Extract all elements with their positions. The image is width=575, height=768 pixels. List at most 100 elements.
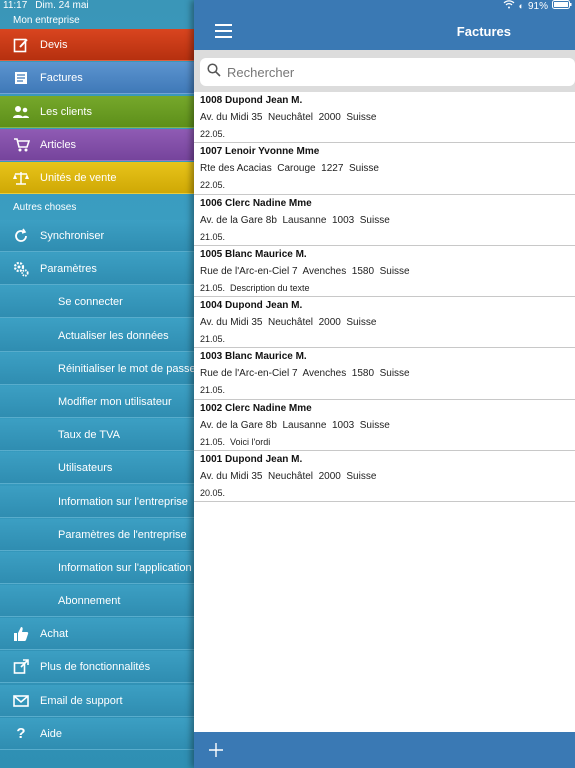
settings-item-app-info[interactable]: Information sur l'application xyxy=(0,552,194,584)
sidebar-item-label: Email de support xyxy=(40,694,123,707)
list-item[interactable]: 1001 Dupond Jean M. Av. du Midi 35 Neuch… xyxy=(194,451,575,503)
invoice-address: Av. de la Gare 8b Lausanne 1003 Suisse xyxy=(200,214,390,226)
sidebar-item-label: Paramètres xyxy=(40,262,97,275)
plus-icon xyxy=(209,743,223,757)
settings-item-label: Utilisateurs xyxy=(58,461,113,474)
sidebar-item-help[interactable]: ? Aide xyxy=(0,718,194,750)
rotation-lock-icon: ◐ xyxy=(518,1,524,11)
sidebar-item-label: Articles xyxy=(40,138,77,151)
sidebar-item-more-features[interactable]: Plus de fonctionnalités xyxy=(0,651,194,683)
invoice-title: 1007 Lenoir Yvonne Mme xyxy=(200,146,320,158)
gear-icon xyxy=(12,260,30,278)
search-icon xyxy=(207,62,221,82)
list-item[interactable]: 1006 Clerc Nadine Mme Av. de la Gare 8b … xyxy=(194,195,575,246)
settings-item-label: Réinitialiser le mot de passe xyxy=(58,362,194,375)
sidebar-item-sync[interactable]: Synchroniser xyxy=(0,220,194,252)
invoice-meta: 21.05. Voici l'ordi xyxy=(200,436,271,447)
invoice-meta: 21.05. Description du texte xyxy=(200,282,310,293)
sidebar-item-label: Factures xyxy=(40,71,83,84)
status-time: 11:17 xyxy=(3,0,28,11)
sidebar-item-label: Aide xyxy=(40,727,63,740)
help-icon: ? xyxy=(16,725,26,742)
main-panel: ◐ 91% Factures 1008 Dupond Jean M. Av. d… xyxy=(194,0,575,768)
top-bar: ◐ 91% Factures xyxy=(194,0,575,50)
invoice-icon xyxy=(12,69,30,87)
battery-icon xyxy=(552,0,572,12)
sidebar-item-devis[interactable]: Devis xyxy=(0,29,194,61)
sidebar-item-label: Devis xyxy=(40,38,68,51)
invoice-address: Rue de l'Arc-en-Ciel 7 Avenches 1580 Sui… xyxy=(200,265,410,277)
sidebar-item-unites[interactable]: Unités de vente xyxy=(0,162,194,194)
sidebar-item-label: Achat xyxy=(40,627,69,640)
settings-item-label: Se connecter xyxy=(58,295,123,308)
settings-item-label: Modifier mon utilisateur xyxy=(58,395,172,408)
edit-icon xyxy=(12,36,30,54)
cart-icon xyxy=(12,136,30,154)
settings-item-vat[interactable]: Taux de TVA xyxy=(0,419,194,451)
invoice-meta: 21.05. xyxy=(200,231,226,242)
invoice-title: 1005 Blanc Maurice M. xyxy=(200,248,307,260)
list-item[interactable]: 1004 Dupond Jean M. Av. du Midi 35 Neuch… xyxy=(194,297,575,349)
settings-item-edit-user[interactable]: Modifier mon utilisateur xyxy=(0,386,194,418)
settings-item-connect[interactable]: Se connecter xyxy=(0,286,194,318)
wifi-icon xyxy=(503,0,515,12)
status-bar-left: 11:17 Dim. 24 mai xyxy=(3,0,89,13)
list-item[interactable]: 1008 Dupond Jean M. Av. du Midi 35 Neuch… xyxy=(194,92,575,144)
sidebar-item-label: Plus de fonctionnalités xyxy=(40,660,151,673)
search-box xyxy=(200,58,575,86)
sync-icon xyxy=(12,227,30,245)
settings-item-label: Abonnement xyxy=(58,594,121,607)
list-item[interactable]: 1002 Clerc Nadine Mme Av. de la Gare 8b … xyxy=(194,400,575,452)
list-item[interactable]: 1003 Blanc Maurice M. Rue de l'Arc-en-Ci… xyxy=(194,348,575,400)
sidebar-item-factures[interactable]: Factures xyxy=(0,62,194,94)
sidebar-item-achat[interactable]: Achat xyxy=(0,618,194,650)
sidebar-item-clients[interactable]: Les clients xyxy=(0,96,194,128)
sidebar-item-support-email[interactable]: Email de support xyxy=(0,685,194,717)
invoice-title: 1002 Clerc Nadine Mme xyxy=(200,402,312,414)
status-bar-right: ◐ 91% xyxy=(503,0,572,12)
sidebar: 11:17 Dim. 24 mai Mon entreprise Devis F… xyxy=(0,0,194,768)
search-bar xyxy=(194,50,575,92)
clients-icon xyxy=(12,103,30,121)
invoice-title: 1003 Blanc Maurice M. xyxy=(200,351,307,363)
settings-item-refresh[interactable]: Actualiser les données xyxy=(0,320,194,352)
invoice-title: 1001 Dupond Jean M. xyxy=(200,454,303,466)
invoice-title: 1004 Dupond Jean M. xyxy=(200,300,303,312)
sidebar-item-parametres[interactable]: Paramètres xyxy=(0,253,194,285)
invoice-address: Rte des Acacias Carouge 1227 Suisse xyxy=(200,163,379,175)
settings-item-label: Information sur l'application xyxy=(58,561,192,574)
settings-item-label: Taux de TVA xyxy=(58,428,120,441)
add-button[interactable] xyxy=(207,741,225,759)
scale-icon xyxy=(12,169,30,187)
invoice-meta: 21.05. xyxy=(200,385,226,396)
invoice-address: Av. du Midi 35 Neuchâtel 2000 Suisse xyxy=(200,317,377,329)
settings-item-company-info[interactable]: Information sur l'entreprise xyxy=(0,486,194,518)
invoice-address: Av. de la Gare 8b Lausanne 1003 Suisse xyxy=(200,419,390,431)
search-input[interactable] xyxy=(227,64,547,80)
invoice-meta: 21.05. xyxy=(200,334,226,345)
settings-item-company-settings[interactable]: Paramètres de l'entreprise xyxy=(0,519,194,551)
thumbs-up-icon xyxy=(12,625,30,643)
settings-item-label: Actualiser les données xyxy=(58,329,169,342)
settings-item-label: Information sur l'entreprise xyxy=(58,495,188,508)
bottom-toolbar xyxy=(194,732,575,768)
sidebar-item-label: Les clients xyxy=(40,105,92,118)
invoice-list: 1008 Dupond Jean M. Av. du Midi 35 Neuch… xyxy=(194,92,575,503)
list-item[interactable]: 1005 Blanc Maurice M. Rue de l'Arc-en-Ci… xyxy=(194,246,575,298)
mail-icon xyxy=(12,692,30,710)
status-date: Dim. 24 mai xyxy=(35,0,89,11)
invoice-title: 1006 Clerc Nadine Mme xyxy=(200,197,312,209)
settings-item-users[interactable]: Utilisateurs xyxy=(0,452,194,484)
menu-button[interactable] xyxy=(215,24,232,38)
invoice-title: 1008 Dupond Jean M. xyxy=(200,95,303,106)
section-label-other: Autres choses xyxy=(13,202,77,213)
settings-item-subscription[interactable]: Abonnement xyxy=(0,585,194,617)
settings-item-reset-password[interactable]: Réinitialiser le mot de passe xyxy=(0,353,194,385)
sidebar-item-articles[interactable]: Articles xyxy=(0,129,194,161)
sidebar-item-label: Synchroniser xyxy=(40,229,105,242)
page-title: Factures xyxy=(456,24,511,39)
list-item[interactable]: 1007 Lenoir Yvonne Mme Rte des Acacias C… xyxy=(194,143,575,195)
external-link-icon xyxy=(12,658,30,676)
invoice-meta: 20.05. xyxy=(200,488,226,499)
section-label-company: Mon entreprise xyxy=(13,15,80,26)
